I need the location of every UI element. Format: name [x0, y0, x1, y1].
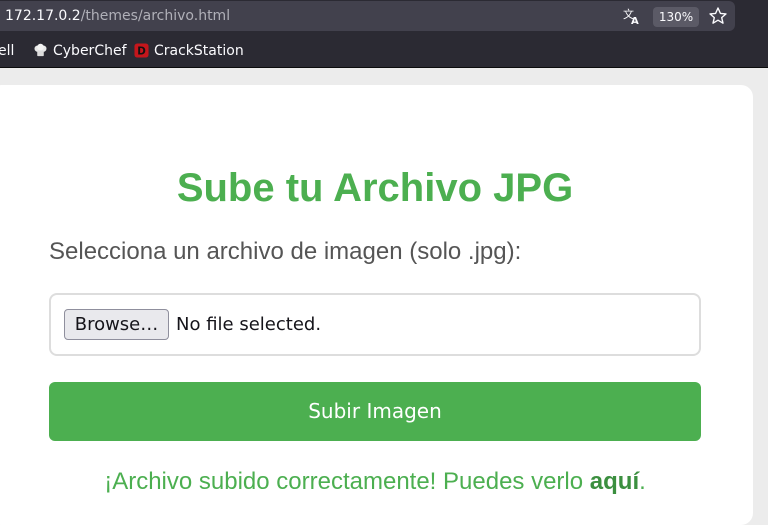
star-icon[interactable] — [708, 6, 728, 26]
url-text[interactable]: 172.17.0.2/themes/archivo.html — [5, 7, 230, 25]
file-input[interactable]: Browse… No file selected. — [49, 293, 701, 356]
bookmark-label: ell — [0, 43, 15, 59]
bookmark-label: CyberChef — [53, 43, 127, 59]
view-file-link[interactable]: aquí — [590, 468, 639, 495]
svg-text:D: D — [137, 46, 146, 58]
success-message-text: ¡Archivo subido correctamente! Puedes ve… — [104, 468, 590, 495]
bookmarks-bar: ell CyberChef D CrackStation — [0, 38, 768, 64]
address-bar[interactable]: 172.17.0.2/themes/archivo.html 文 A 130% — [0, 1, 735, 31]
svg-text:A: A — [631, 16, 639, 26]
bookmark-item-crackstation[interactable]: D CrackStation — [134, 42, 244, 60]
bookmark-label: CrackStation — [154, 43, 244, 59]
translate-icon[interactable]: 文 A — [622, 6, 642, 26]
browser-toolbar: 172.17.0.2/themes/archivo.html 文 A 130% … — [0, 0, 768, 67]
url-host: 172.17.0.2 — [5, 8, 81, 24]
url-path: /themes/archivo.html — [80, 8, 231, 24]
success-message-end: . — [639, 468, 646, 495]
zoom-level-badge[interactable]: 130% — [653, 7, 699, 27]
file-input-label: Selecciona un archivo de imagen (solo .j… — [49, 238, 522, 265]
file-status-text: No file selected. — [176, 314, 322, 335]
bookmark-item-shell[interactable]: ell — [0, 42, 14, 60]
page-title: Sube tu Archivo JPG — [176, 166, 574, 210]
submit-button[interactable]: Subir Imagen — [49, 382, 701, 441]
crackstation-d-icon: D — [134, 43, 149, 58]
success-message: ¡Archivo subido correctamente! Puedes ve… — [0, 467, 750, 497]
bookmark-item-cyberchef[interactable]: CyberChef — [33, 42, 127, 60]
browse-button[interactable]: Browse… — [64, 309, 169, 340]
chef-hat-icon — [34, 43, 47, 57]
